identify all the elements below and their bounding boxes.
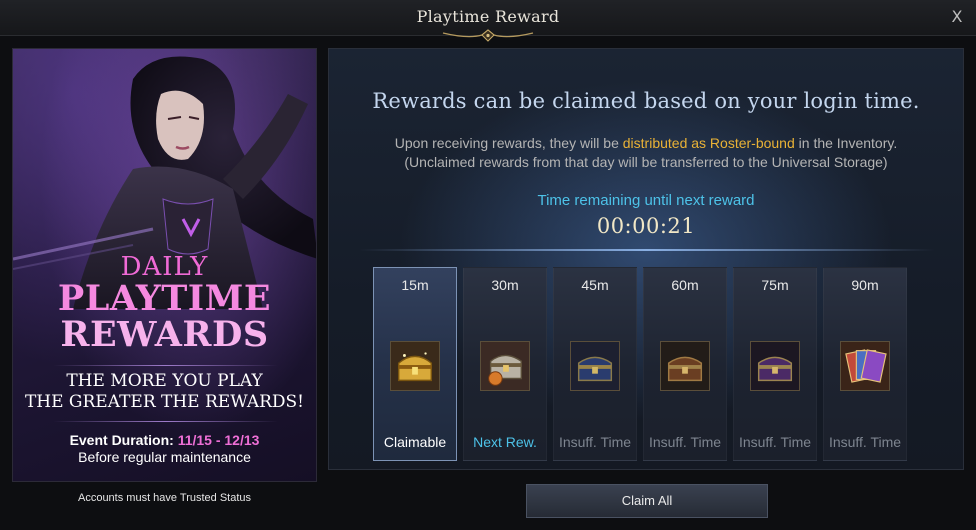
close-button[interactable]: X bbox=[946, 6, 968, 28]
event-banner: DAILY PLAYTIME REWARDS THE MORE YOU PLAY… bbox=[12, 48, 317, 482]
divider bbox=[53, 421, 278, 422]
ornament-icon bbox=[442, 29, 534, 42]
title-bar: Playtime Reward X bbox=[0, 0, 976, 42]
divider bbox=[53, 365, 278, 366]
info-line-1: Upon receiving rewards, they will be dis… bbox=[329, 135, 963, 151]
slot-status: Insuff. Time bbox=[648, 434, 722, 450]
timer-value: 00:00:21 bbox=[596, 214, 696, 238]
slot-status: Insuff. Time bbox=[558, 434, 632, 450]
slot-time: 60m bbox=[671, 277, 699, 293]
bronze-chest-icon bbox=[660, 341, 710, 391]
trusted-status-note: Accounts must have Trusted Status bbox=[77, 492, 252, 504]
window-title: Playtime Reward bbox=[416, 7, 560, 26]
info-highlight: distributed as Roster-bound bbox=[622, 135, 795, 151]
blue-chest-icon bbox=[570, 341, 620, 391]
reward-slot-45m[interactable]: 45m Insuff. Time bbox=[553, 267, 637, 461]
claim-all-button[interactable]: Claim All bbox=[526, 484, 768, 518]
slot-status: Insuff. Time bbox=[828, 434, 902, 450]
reward-slot-75m[interactable]: 75m Insuff. Time bbox=[733, 267, 817, 461]
reward-panel: Rewards can be claimed based on your log… bbox=[328, 48, 964, 470]
slot-status: Next Rew. bbox=[473, 434, 537, 450]
banner-subtitle-1: THE MORE YOU PLAY bbox=[66, 371, 263, 391]
silver-chest-icon bbox=[480, 341, 530, 391]
slot-time: 90m bbox=[851, 277, 879, 293]
banner-title-playtime: PLAYTIME bbox=[57, 278, 272, 319]
info-line-2: (Unclaimed rewards from that day will be… bbox=[404, 154, 888, 170]
info-prefix: Upon receiving rewards, they will be bbox=[394, 135, 623, 151]
slot-status: Insuff. Time bbox=[738, 434, 812, 450]
glow-divider bbox=[359, 249, 935, 251]
purple-chest-icon bbox=[750, 341, 800, 391]
banner-subtitle-2: THE GREATER THE REWARDS! bbox=[24, 392, 305, 412]
reward-slot-30m[interactable]: 30m Next Rew. bbox=[463, 267, 547, 461]
card-pack-icon bbox=[840, 341, 890, 391]
slot-time: 30m bbox=[491, 277, 519, 293]
slot-status: Claimable bbox=[383, 434, 447, 450]
slot-time: 15m bbox=[401, 277, 429, 293]
headline: Rewards can be claimed based on your log… bbox=[372, 89, 920, 113]
slot-time: 75m bbox=[761, 277, 789, 293]
reward-slot-90m[interactable]: 90m Insuff. Time bbox=[823, 267, 907, 461]
reward-slot-15m[interactable]: 15m Claimable bbox=[373, 267, 457, 461]
slot-time: 45m bbox=[581, 277, 609, 293]
reward-slot-60m[interactable]: 60m Insuff. Time bbox=[643, 267, 727, 461]
event-duration-label: Event Duration: bbox=[69, 432, 178, 448]
event-dates: 11/15 - 12/13 bbox=[177, 432, 260, 448]
timer-label: Time remaining until next reward bbox=[537, 192, 755, 209]
info-suffix: in the Inventory. bbox=[794, 135, 898, 151]
event-duration: Event Duration: 11/15 - 12/13 bbox=[13, 432, 316, 448]
banner-title-rewards: REWARDS bbox=[60, 314, 269, 355]
maintenance-note: Before regular maintenance bbox=[78, 449, 251, 465]
gold-chest-icon bbox=[390, 341, 440, 391]
